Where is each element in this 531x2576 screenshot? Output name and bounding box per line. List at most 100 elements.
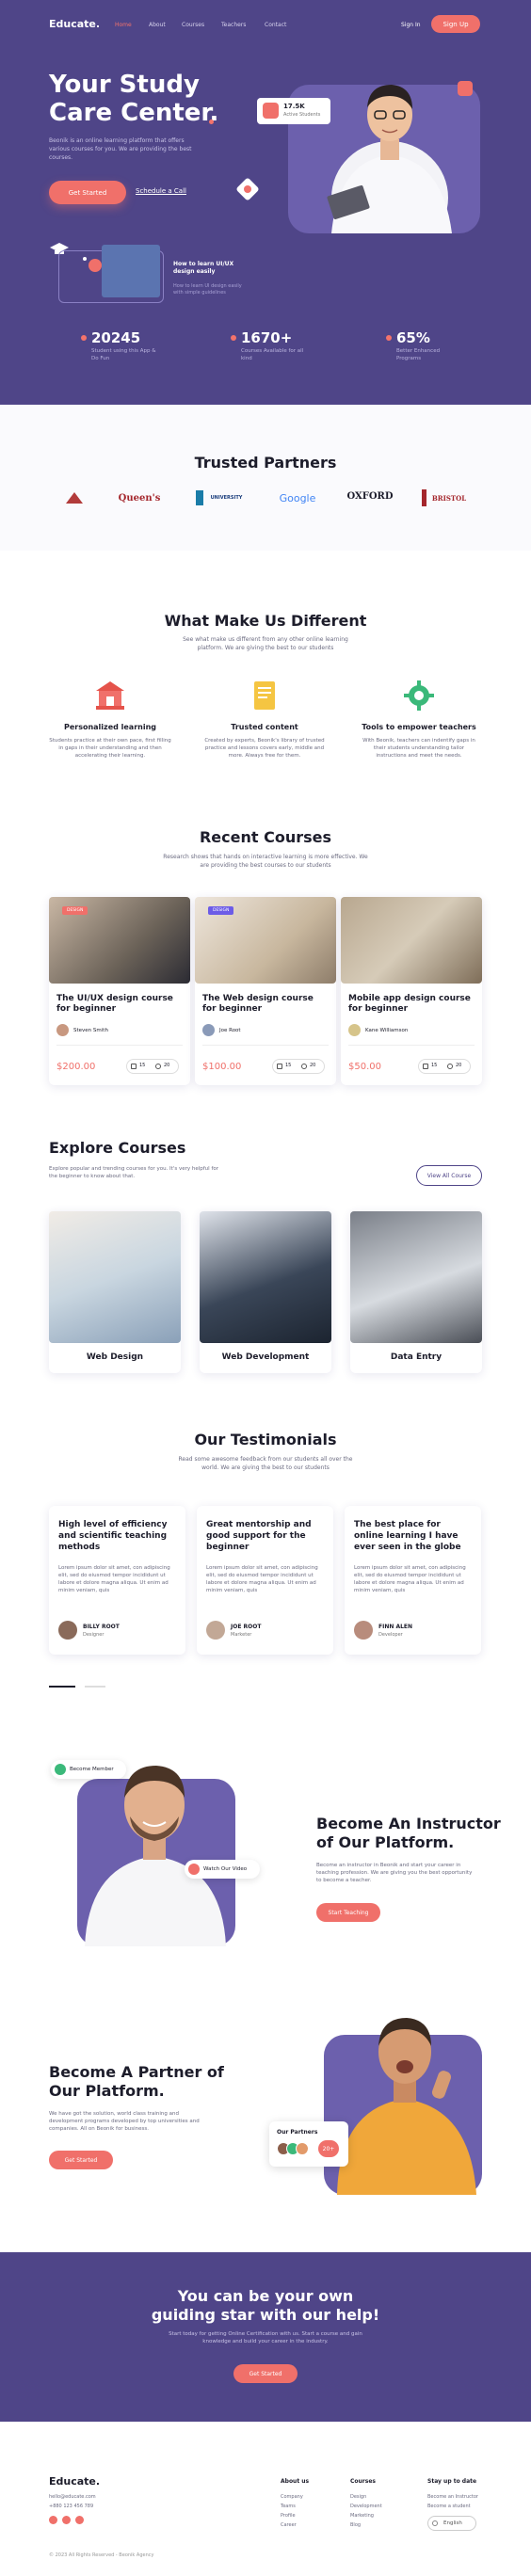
stat-label-1: Student using this App & Do Fun xyxy=(91,348,156,361)
stat-dot-1 xyxy=(81,335,87,341)
stat-value-1: 20245 xyxy=(91,329,141,346)
footer-link-become-instructor[interactable]: Become an Instructor xyxy=(427,2492,478,2502)
course-card-desc: How to learn UI design easily with simpl… xyxy=(173,283,242,296)
course-title-2[interactable]: The Web design course for beginner xyxy=(202,994,329,1015)
footer-copyright: © 2023 All Rights Reserved - Beonik Agen… xyxy=(49,2552,154,2558)
partner-title-line1: Become A Partner of xyxy=(49,2063,224,2081)
users-icon xyxy=(155,1064,161,1069)
footer-link-blog[interactable]: Blog xyxy=(350,2520,361,2530)
footer-link-design[interactable]: Design xyxy=(350,2492,366,2502)
testimonial-card-1: High level of efficiency and scientific … xyxy=(49,1506,185,1655)
students-badge-icon xyxy=(263,103,279,119)
footer-link-become-student[interactable]: Become a student xyxy=(427,2502,471,2511)
play-icon[interactable] xyxy=(88,259,102,272)
book-icon xyxy=(131,1064,137,1069)
testimonial-title-3: The best place for online learning I hav… xyxy=(354,1520,461,1552)
view-all-courses-button[interactable]: View All Course xyxy=(416,1165,482,1186)
trusted-content-icon xyxy=(254,681,275,710)
nav-link-contact[interactable]: Contact xyxy=(265,22,286,28)
hero-person-image xyxy=(327,85,452,233)
course-card-3[interactable]: Mobile app design course for beginner Ka… xyxy=(341,897,482,1085)
partner-desc: We have got the solution, world class tr… xyxy=(49,2111,200,2132)
get-started-button[interactable]: Get Started xyxy=(49,181,126,204)
course-card-title: How to learn UI/UX design easily xyxy=(173,261,234,275)
testimonial-role-1: Designer xyxy=(83,1632,105,1638)
footer-email[interactable]: hello@educate.com xyxy=(49,2492,96,2502)
nav-link-teachers[interactable]: Teachers xyxy=(221,22,246,28)
footer-link-development[interactable]: Development xyxy=(350,2502,382,2511)
testimonial-body-1: Lorem ipsum dolor sit amet, con adipisci… xyxy=(58,1565,170,1593)
course-lessons-2: 15 xyxy=(285,1063,292,1068)
students-label: Active Students xyxy=(283,112,321,118)
play-icon xyxy=(188,1864,200,1875)
avatar xyxy=(206,1621,225,1640)
explore-card-1[interactable]: Web Design xyxy=(49,1211,181,1373)
book-icon xyxy=(277,1064,282,1069)
twitter-icon[interactable] xyxy=(62,2516,71,2524)
page: Educate. Home About Courses Teachers Con… xyxy=(0,0,531,2576)
hero-title-line2: Care Center. xyxy=(49,99,219,127)
course-card-2[interactable]: DESIGN The Web design course for beginne… xyxy=(195,897,336,1085)
instagram-icon[interactable] xyxy=(75,2516,84,2524)
course-students-3: 20 xyxy=(456,1063,462,1068)
course-lessons-3: 15 xyxy=(431,1063,438,1068)
nav-link-home[interactable]: Home xyxy=(115,22,132,28)
partners-title: Trusted Partners xyxy=(194,454,337,472)
book-icon xyxy=(423,1064,428,1069)
title-accent-dot xyxy=(209,120,214,124)
partners-section xyxy=(0,405,531,551)
course-author-1: Steven Smith xyxy=(73,1028,108,1033)
schedule-call-link[interactable]: Schedule a Call xyxy=(136,187,186,195)
slider-indicator-active[interactable] xyxy=(49,1686,75,1688)
check-icon xyxy=(55,1764,66,1775)
card-dot xyxy=(83,257,87,261)
course-students-2: 20 xyxy=(310,1063,316,1068)
course-price-2: $100.00 xyxy=(202,1062,242,1072)
partners-count-badge: 20+ xyxy=(318,2140,339,2157)
explore-desc: Explore popular and trending courses for… xyxy=(49,1166,219,1179)
course-card-1[interactable]: DESIGN The UI/UX design course for begin… xyxy=(49,897,190,1085)
nav-logo[interactable]: Educate. xyxy=(49,18,100,30)
footer-link-marketing[interactable]: Marketing xyxy=(350,2511,374,2520)
footer-link-career[interactable]: Career xyxy=(281,2520,297,2530)
partner-get-started-button[interactable]: Get Started xyxy=(49,2151,113,2169)
footer-link-profile[interactable]: Profile xyxy=(281,2511,296,2520)
course-title-1[interactable]: The UI/UX design course for beginner xyxy=(56,994,183,1015)
instructor-title-line2: of Our Platform. xyxy=(316,1833,455,1851)
explore-image-web-design xyxy=(49,1211,181,1343)
testimonial-title-1: High level of efficiency and scientific … xyxy=(58,1520,168,1552)
nav-link-courses[interactable]: Courses xyxy=(182,22,204,28)
signup-button[interactable]: Sign Up xyxy=(431,15,480,33)
testimonial-body-2: Lorem ipsum dolor sit amet, con adipisci… xyxy=(206,1565,318,1593)
stat-value-2: 1670+ xyxy=(241,329,293,346)
testimonial-card-2: Great mentorship and good support for th… xyxy=(197,1506,333,1655)
testimonial-name-2: JOE ROOT xyxy=(231,1624,262,1630)
stat-dot-2 xyxy=(231,335,236,341)
nav-link-about[interactable]: About xyxy=(149,22,166,28)
hero-section: Educate. Home About Courses Teachers Con… xyxy=(0,0,531,405)
footer-phone[interactable]: +880 123 456 789 xyxy=(49,2502,93,2511)
divider xyxy=(56,1045,183,1046)
footer-link-company[interactable]: Company xyxy=(281,2492,303,2502)
avatar xyxy=(354,1621,373,1640)
footer-logo[interactable]: Educate. xyxy=(49,2475,100,2488)
partner-logo-google: Google xyxy=(279,491,316,504)
slider-indicator[interactable] xyxy=(85,1686,105,1688)
cta-get-started-button[interactable]: Get Started xyxy=(233,2364,298,2383)
hero-description: Beonik is an online learning platform th… xyxy=(49,137,192,161)
course-students-1: 20 xyxy=(164,1063,170,1068)
explore-label-2: Web Development xyxy=(221,1352,310,1362)
divider xyxy=(348,1045,475,1046)
course-tag-1: DESIGN xyxy=(62,906,88,915)
start-teaching-button[interactable]: Start Teaching xyxy=(316,1903,380,1922)
stat-label-3: Better Enhanced Programs xyxy=(396,348,441,361)
footer-about-title: About us xyxy=(281,2478,310,2485)
explore-card-3[interactable]: Data Entry xyxy=(350,1211,482,1373)
signin-link[interactable]: Sign In xyxy=(401,22,421,28)
footer-link-teams[interactable]: Teams xyxy=(281,2502,296,2511)
explore-card-2[interactable]: Web Development xyxy=(200,1211,331,1373)
cta-desc: Start today for getting Online Certifica… xyxy=(169,2331,362,2344)
course-title-3[interactable]: Mobile app design course for beginner xyxy=(348,994,475,1015)
course-author-3: Kane Williamson xyxy=(365,1028,409,1033)
facebook-icon[interactable] xyxy=(49,2516,57,2524)
